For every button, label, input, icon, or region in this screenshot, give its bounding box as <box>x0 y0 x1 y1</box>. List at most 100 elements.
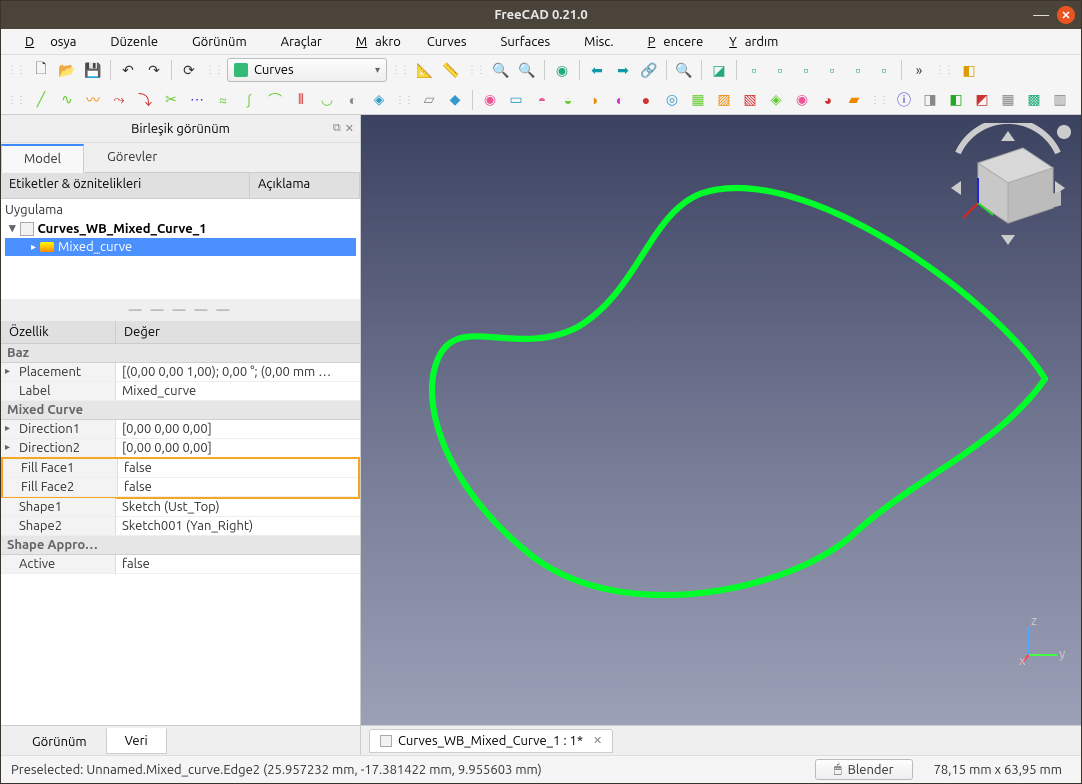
prop-label[interactable]: Label Mixed_curve <box>1 382 360 401</box>
prop-shape1[interactable]: Shape1 Sketch (Ust_Top) <box>1 498 360 517</box>
prop-placement[interactable]: ▸Placement [(0,00 0,00 1,00); 0,00 °; (0… <box>1 363 360 382</box>
menu-help[interactable]: Yardım <box>713 32 786 52</box>
fit-all-icon[interactable]: 🔍 <box>489 58 513 82</box>
surface-tool-icon[interactable]: ▧ <box>738 88 762 112</box>
toolbar-grip[interactable]: ⋮⋮ <box>5 94 27 106</box>
comb-plot-icon[interactable]: ⫴ <box>289 88 313 112</box>
misc-tool-icon[interactable]: ◧ <box>944 88 968 112</box>
undo-icon[interactable]: ↶ <box>116 58 140 82</box>
tab-tasks[interactable]: Görevler <box>84 143 180 172</box>
close-button[interactable]: ✕ <box>1057 6 1075 24</box>
zoom-icon[interactable]: 🔍 <box>672 58 696 82</box>
discretize-icon[interactable]: ⋯ <box>185 88 209 112</box>
tree-view[interactable]: Uygulama ▾ Curves_WB_Mixed_Curve_1 ▸ Mix… <box>1 199 360 299</box>
chevron-down-icon[interactable]: ▾ <box>9 221 16 236</box>
prop-fillface2[interactable]: Fill Face2 false <box>3 478 358 497</box>
prop-fillface1[interactable]: Fill Face1 false <box>3 459 358 478</box>
misc-tool-icon[interactable]: ▥ <box>1048 88 1072 112</box>
menu-misc[interactable]: Misc. <box>568 32 629 52</box>
prop-direction2[interactable]: ▸Direction2 [0,00 0,00 0,00] <box>1 439 360 458</box>
prop-shape2[interactable]: Shape2 Sketch001 (Yan_Right) <box>1 517 360 536</box>
surface-tool-icon[interactable]: ◉ <box>790 88 814 112</box>
surface-tool-icon[interactable]: ◈ <box>764 88 788 112</box>
save-file-icon[interactable]: 💾 <box>81 58 105 82</box>
navigation-cube[interactable] <box>943 123 1073 253</box>
toolbar-grip[interactable]: ⋮⋮ <box>5 64 27 76</box>
chevron-right-icon[interactable]: ▸ <box>31 241 36 253</box>
interpolate-icon[interactable]: ∫ <box>237 88 261 112</box>
blend-curve-icon[interactable]: ⌒ <box>263 88 287 112</box>
surface-tool-icon[interactable]: ◆ <box>443 88 467 112</box>
col-property-value[interactable]: Değer <box>116 321 168 343</box>
col-property-name[interactable]: Özellik <box>1 321 116 343</box>
surface-tool-icon[interactable]: ◓ <box>530 88 554 112</box>
zebra-tool-icon[interactable]: ◐ <box>341 88 365 112</box>
line-tool-icon[interactable]: ╱ <box>29 88 53 112</box>
menu-macro[interactable]: Makro <box>340 32 409 52</box>
tree-document[interactable]: ▾ Curves_WB_Mixed_Curve_1 <box>1 219 360 238</box>
toolbar-grip[interactable]: ⋮⋮ <box>868 94 890 106</box>
top-view-icon[interactable]: ▫ <box>768 58 792 82</box>
surface-tool-icon[interactable]: ◑ <box>582 88 606 112</box>
menu-view[interactable]: Görünüm <box>176 32 263 52</box>
toolbar-grip[interactable]: ⋮⋮ <box>393 94 415 106</box>
tree-col-desc[interactable]: Açıklama <box>250 173 360 198</box>
tab-view[interactable]: Görünüm <box>13 730 106 755</box>
mixed-curve-icon[interactable]: 〰 <box>81 88 105 112</box>
surface-tool-icon[interactable]: ▱ <box>417 88 441 112</box>
menu-windows[interactable]: Pencere <box>632 32 712 52</box>
close-tab-icon[interactable]: ✕ <box>593 734 602 747</box>
misc-tool-icon[interactable]: ▩ <box>1022 88 1046 112</box>
part-icon[interactable]: ◧ <box>957 58 981 82</box>
surface-tool-icon[interactable]: ◒ <box>556 88 580 112</box>
draw-style-icon[interactable]: ◉ <box>550 58 574 82</box>
surface-tool-icon[interactable]: ▭ <box>504 88 528 112</box>
surface-tool-icon[interactable]: ● <box>634 88 658 112</box>
editable-spline-icon[interactable]: ∿ <box>55 88 79 112</box>
chevron-right-icon[interactable]: ▸ <box>5 422 10 434</box>
bottom-view-icon[interactable]: ▫ <box>846 58 870 82</box>
trim-face-icon[interactable]: ◈ <box>367 88 391 112</box>
refresh-icon[interactable]: ⟳ <box>177 58 201 82</box>
overflow-icon[interactable]: » <box>907 58 931 82</box>
nav-style-button[interactable]: 🖱 Blender <box>815 759 913 780</box>
panel-splitter[interactable]: — — — — — <box>1 299 360 321</box>
left-view-icon[interactable]: ▫ <box>872 58 896 82</box>
chevron-right-icon[interactable]: ▸ <box>5 365 10 377</box>
surface-tool-icon[interactable]: ◉ <box>478 88 502 112</box>
menu-file[interactable]: Dosya <box>9 32 92 52</box>
nav-right-icon[interactable]: ➡ <box>611 58 635 82</box>
misc-tool-icon[interactable]: ◩ <box>970 88 994 112</box>
fit-selection-icon[interactable]: 🔍 <box>515 58 539 82</box>
surface-tool-icon[interactable]: ◕ <box>816 88 840 112</box>
new-file-icon[interactable]: 🗋 <box>29 58 53 82</box>
workbench-selector[interactable]: Curves ▾ <box>227 58 387 82</box>
tree-root-app[interactable]: Uygulama <box>1 201 360 219</box>
misc-tool-icon[interactable]: ▦ <box>996 88 1020 112</box>
link-icon[interactable]: 🔗 <box>637 58 661 82</box>
menu-edit[interactable]: Düzenle <box>94 32 174 52</box>
surface-tool-icon[interactable]: ▨ <box>712 88 736 112</box>
surface-tool-icon[interactable]: ◎ <box>660 88 684 112</box>
rear-view-icon[interactable]: ▫ <box>820 58 844 82</box>
nav-left-icon[interactable]: ⬅ <box>585 58 609 82</box>
iso-view-icon[interactable]: ◪ <box>707 58 731 82</box>
join-curve-icon[interactable]: ⤵ <box>133 88 157 112</box>
measure-icon[interactable]: 📏 <box>439 58 463 82</box>
prop-direction1[interactable]: ▸Direction1 [0,00 0,00 0,00] <box>1 420 360 439</box>
toolbar-grip[interactable]: ⋮⋮ <box>933 64 955 76</box>
tree-col-labels[interactable]: Etiketler & öznitelikleri <box>1 173 250 198</box>
curve-on-surface-icon[interactable]: ◡ <box>315 88 339 112</box>
tab-data[interactable]: Veri <box>106 728 167 754</box>
toolbar-grip[interactable]: ⋮⋮ <box>465 64 487 76</box>
measure-icon[interactable]: 📐 <box>413 58 437 82</box>
front-view-icon[interactable]: ▫ <box>742 58 766 82</box>
tab-model[interactable]: Model <box>1 144 84 173</box>
open-file-icon[interactable]: 📂 <box>55 58 79 82</box>
extend-curve-icon[interactable]: ⤳ <box>107 88 131 112</box>
surface-tool-icon[interactable]: ▰ <box>842 88 866 112</box>
menu-tools[interactable]: Araçlar <box>265 32 338 52</box>
toolbar-grip[interactable]: ⋮⋮ <box>203 64 225 76</box>
surface-tool-icon[interactable]: ▦ <box>686 88 710 112</box>
close-panel-icon[interactable]: ✕ <box>345 122 354 135</box>
